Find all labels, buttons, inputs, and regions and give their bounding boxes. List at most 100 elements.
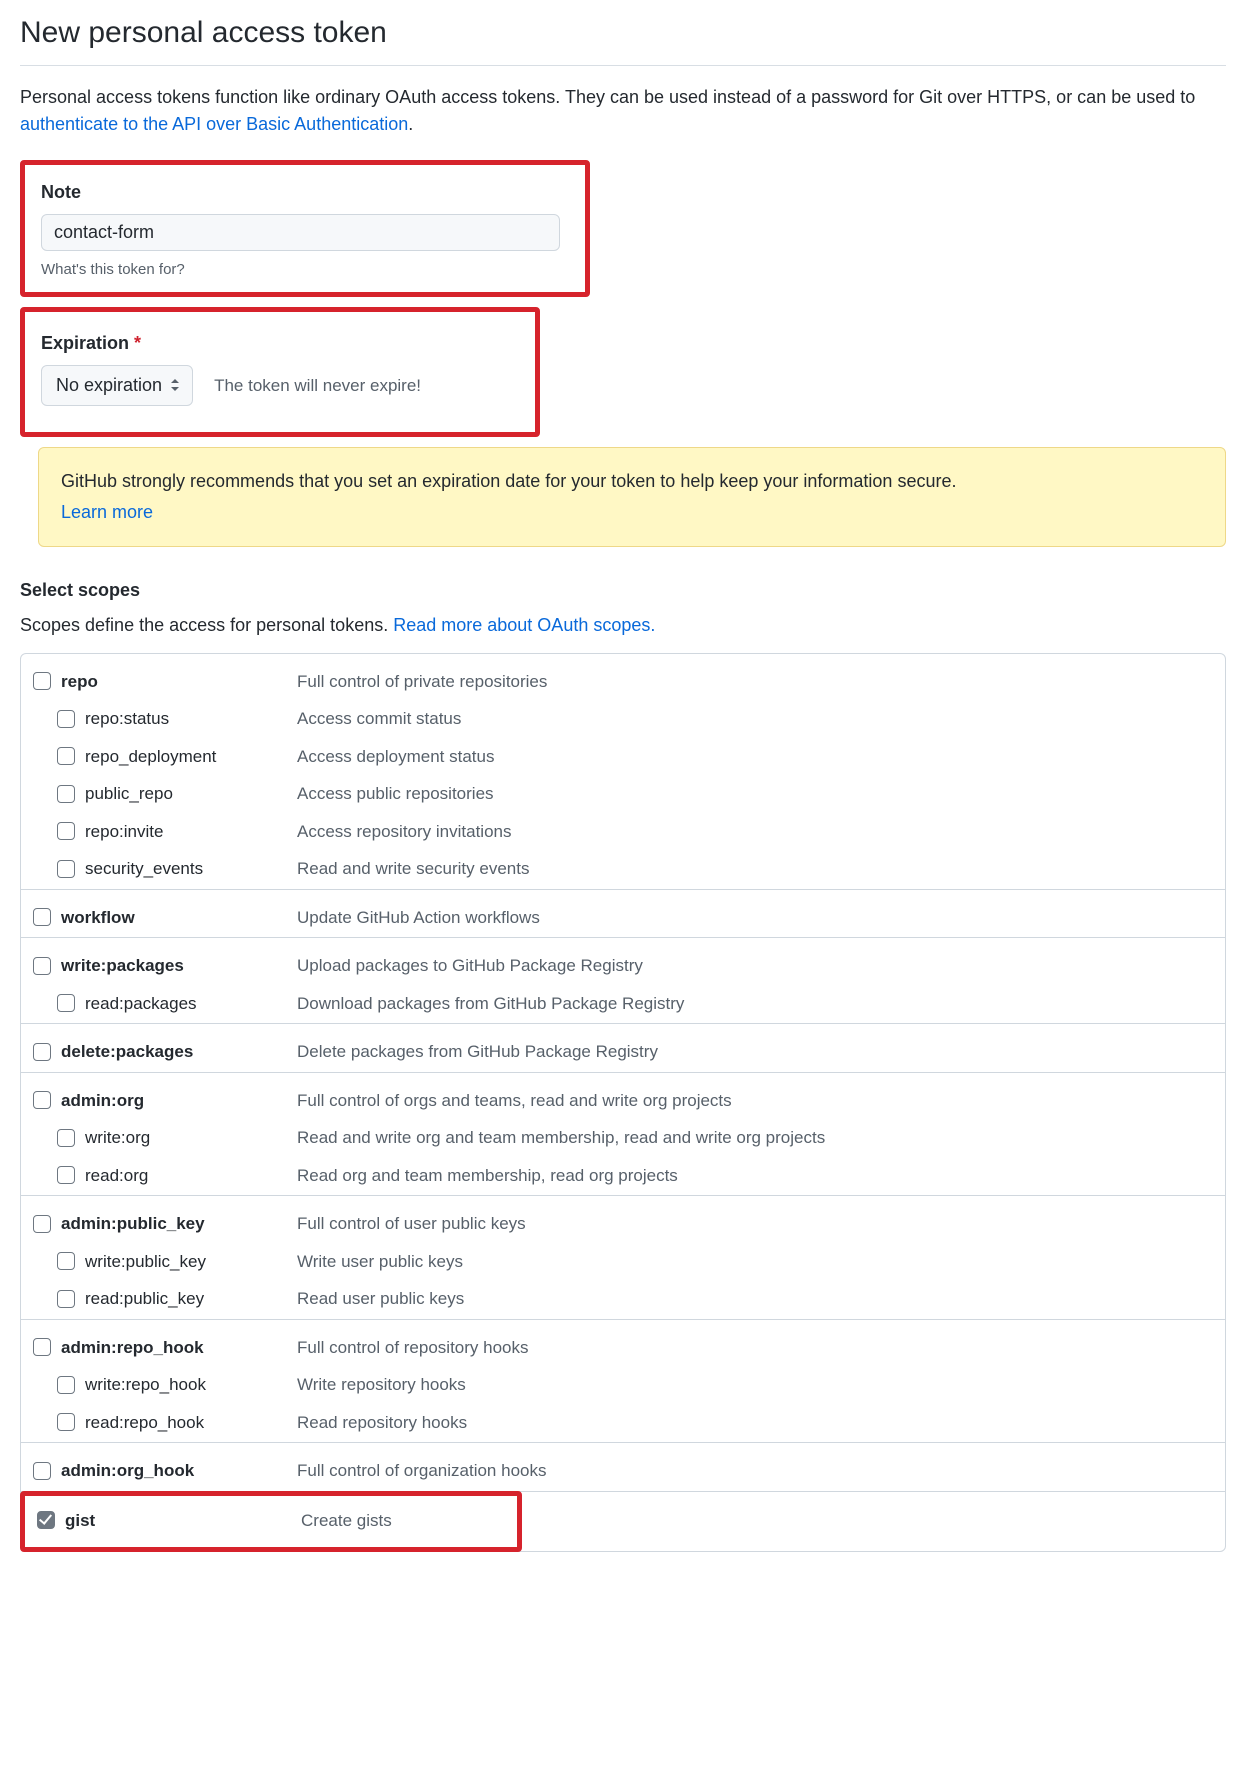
scope-group-gist: gist Create gists	[21, 1491, 1225, 1553]
scope-check-cell: write:packages	[33, 953, 297, 979]
scope-check-cell: write:org	[33, 1125, 297, 1151]
scope-name: admin:repo_hook	[61, 1335, 204, 1361]
scope-name: gist	[65, 1508, 95, 1534]
scope-checkbox[interactable]	[33, 908, 51, 926]
scope-check-cell: gist	[37, 1508, 301, 1534]
scope-row: admin:repo_hook Full control of repositor…	[21, 1330, 1225, 1368]
scopes-subtext: Scopes define the access for personal to…	[20, 612, 1226, 639]
expiration-select[interactable]: No expiration	[41, 365, 193, 406]
scope-check-cell: admin:org	[33, 1088, 297, 1114]
scope-row: read:packages Download packages from GitH…	[21, 986, 1225, 1024]
scopes-table: repoFull control of private repositories…	[20, 653, 1226, 1553]
scope-checkbox[interactable]	[33, 1043, 51, 1061]
scope-checkbox[interactable]	[37, 1511, 55, 1529]
scope-description: Update GitHub Action workflows	[297, 905, 540, 931]
note-section-highlight: Note What's this token for?	[20, 160, 590, 297]
scope-checkbox[interactable]	[33, 957, 51, 975]
scope-name: security_events	[85, 856, 203, 882]
scope-name: read:org	[85, 1163, 148, 1189]
expiration-label-text: Expiration	[41, 333, 129, 353]
scope-checkbox[interactable]	[57, 710, 75, 728]
scope-row: delete:packagesDelete packages from GitH…	[21, 1034, 1225, 1072]
scope-checkbox[interactable]	[33, 1462, 51, 1480]
scope-checkbox[interactable]	[57, 994, 75, 1012]
gist-highlight: gist Create gists	[20, 1491, 522, 1553]
scope-row: gist Create gists	[37, 1508, 505, 1534]
scope-group: admin:repo_hook Full control of repositor…	[21, 1320, 1225, 1444]
scope-checkbox[interactable]	[57, 1129, 75, 1147]
scope-checkbox[interactable]	[57, 822, 75, 840]
scope-description: Full control of user public keys	[297, 1211, 526, 1237]
scope-name: write:org	[85, 1125, 150, 1151]
scope-description: Read and write org and team membership, …	[297, 1125, 825, 1151]
scope-description: Access repository invitations	[297, 819, 511, 845]
flash-learn-more-link[interactable]: Learn more	[61, 499, 1203, 526]
scope-name: write:repo_hook	[85, 1372, 206, 1398]
scope-description: Access public repositories	[297, 781, 494, 807]
scope-checkbox[interactable]	[57, 1290, 75, 1308]
scope-row: write:org Read and write org and team mem…	[21, 1120, 1225, 1158]
scope-group: workflowUpdate GitHub Action workflows	[21, 890, 1225, 939]
scope-checkbox[interactable]	[57, 1376, 75, 1394]
scope-checkbox[interactable]	[33, 1215, 51, 1233]
scope-name: repo:invite	[85, 819, 163, 845]
scope-group: admin:public_keyFull control of user pub…	[21, 1196, 1225, 1320]
scope-group: admin:org_hook Full control of organizati…	[21, 1443, 1225, 1492]
expiration-hint: The token will never expire!	[214, 373, 421, 399]
scope-checkbox[interactable]	[33, 672, 51, 690]
scope-checkbox[interactable]	[57, 747, 75, 765]
scope-check-cell: read:repo_hook	[33, 1410, 297, 1436]
scope-row: write:public_key Write user public keys	[21, 1244, 1225, 1282]
scope-description: Write user public keys	[297, 1249, 463, 1275]
scope-name: read:repo_hook	[85, 1410, 204, 1436]
scope-check-cell: repo_deployment	[33, 744, 297, 770]
scope-description: Read repository hooks	[297, 1410, 467, 1436]
scope-row: security_events Read and write security e…	[21, 851, 1225, 889]
scope-check-cell: read:org	[33, 1163, 297, 1189]
scope-name: write:public_key	[85, 1249, 206, 1275]
scope-checkbox[interactable]	[33, 1091, 51, 1109]
scope-check-cell: security_events	[33, 856, 297, 882]
scope-check-cell: repo:status	[33, 706, 297, 732]
scope-check-cell: admin:public_key	[33, 1211, 297, 1237]
scope-check-cell: public_repo	[33, 781, 297, 807]
scope-name: admin:org_hook	[61, 1458, 194, 1484]
scope-row: write:repo_hookWrite repository hooks	[21, 1367, 1225, 1405]
scope-description: Read org and team membership, read org p…	[297, 1163, 678, 1189]
scope-checkbox[interactable]	[57, 860, 75, 878]
scope-description: Read and write security events	[297, 856, 529, 882]
scope-name: admin:org	[61, 1088, 144, 1114]
scope-row: workflowUpdate GitHub Action workflows	[21, 900, 1225, 938]
scopes-doc-link[interactable]: Read more about OAuth scopes.	[393, 615, 655, 635]
scope-checkbox[interactable]	[57, 1166, 75, 1184]
scope-name: delete:packages	[61, 1039, 193, 1065]
intro-auth-link[interactable]: authenticate to the API over Basic Authe…	[20, 114, 408, 134]
scope-description: Access commit status	[297, 706, 461, 732]
scope-checkbox[interactable]	[57, 1252, 75, 1270]
scope-group: delete:packagesDelete packages from GitH…	[21, 1024, 1225, 1073]
scope-description: Full control of repository hooks	[297, 1335, 529, 1361]
scope-group: admin:orgFull control of orgs and teams,…	[21, 1073, 1225, 1197]
scope-row: write:packagesUpload packages to GitHub …	[21, 948, 1225, 986]
note-hint: What's this token for?	[41, 259, 569, 282]
scope-name: read:packages	[85, 991, 197, 1017]
scope-check-cell: write:public_key	[33, 1249, 297, 1275]
scope-description: Full control of organization hooks	[297, 1458, 546, 1484]
scope-row: repo:invite Access repository invitations	[21, 814, 1225, 852]
scope-description: Download packages from GitHub Package Re…	[297, 991, 684, 1017]
scope-row: read:public_keyRead user public keys	[21, 1281, 1225, 1319]
scope-check-cell: repo:invite	[33, 819, 297, 845]
scope-description: Access deployment status	[297, 744, 494, 770]
note-input[interactable]	[41, 214, 560, 251]
scopes-sub-text: Scopes define the access for personal to…	[20, 615, 393, 635]
scope-description: Read user public keys	[297, 1286, 464, 1312]
scope-checkbox[interactable]	[33, 1338, 51, 1356]
scope-group: write:packagesUpload packages to GitHub …	[21, 938, 1225, 1024]
scope-description: Create gists	[301, 1508, 392, 1534]
scope-name: repo_deployment	[85, 744, 216, 770]
scopes-heading: Select scopes	[20, 577, 1226, 604]
scope-check-cell: read:packages	[33, 991, 297, 1017]
note-label: Note	[41, 179, 569, 206]
scope-checkbox[interactable]	[57, 785, 75, 803]
scope-checkbox[interactable]	[57, 1413, 75, 1431]
